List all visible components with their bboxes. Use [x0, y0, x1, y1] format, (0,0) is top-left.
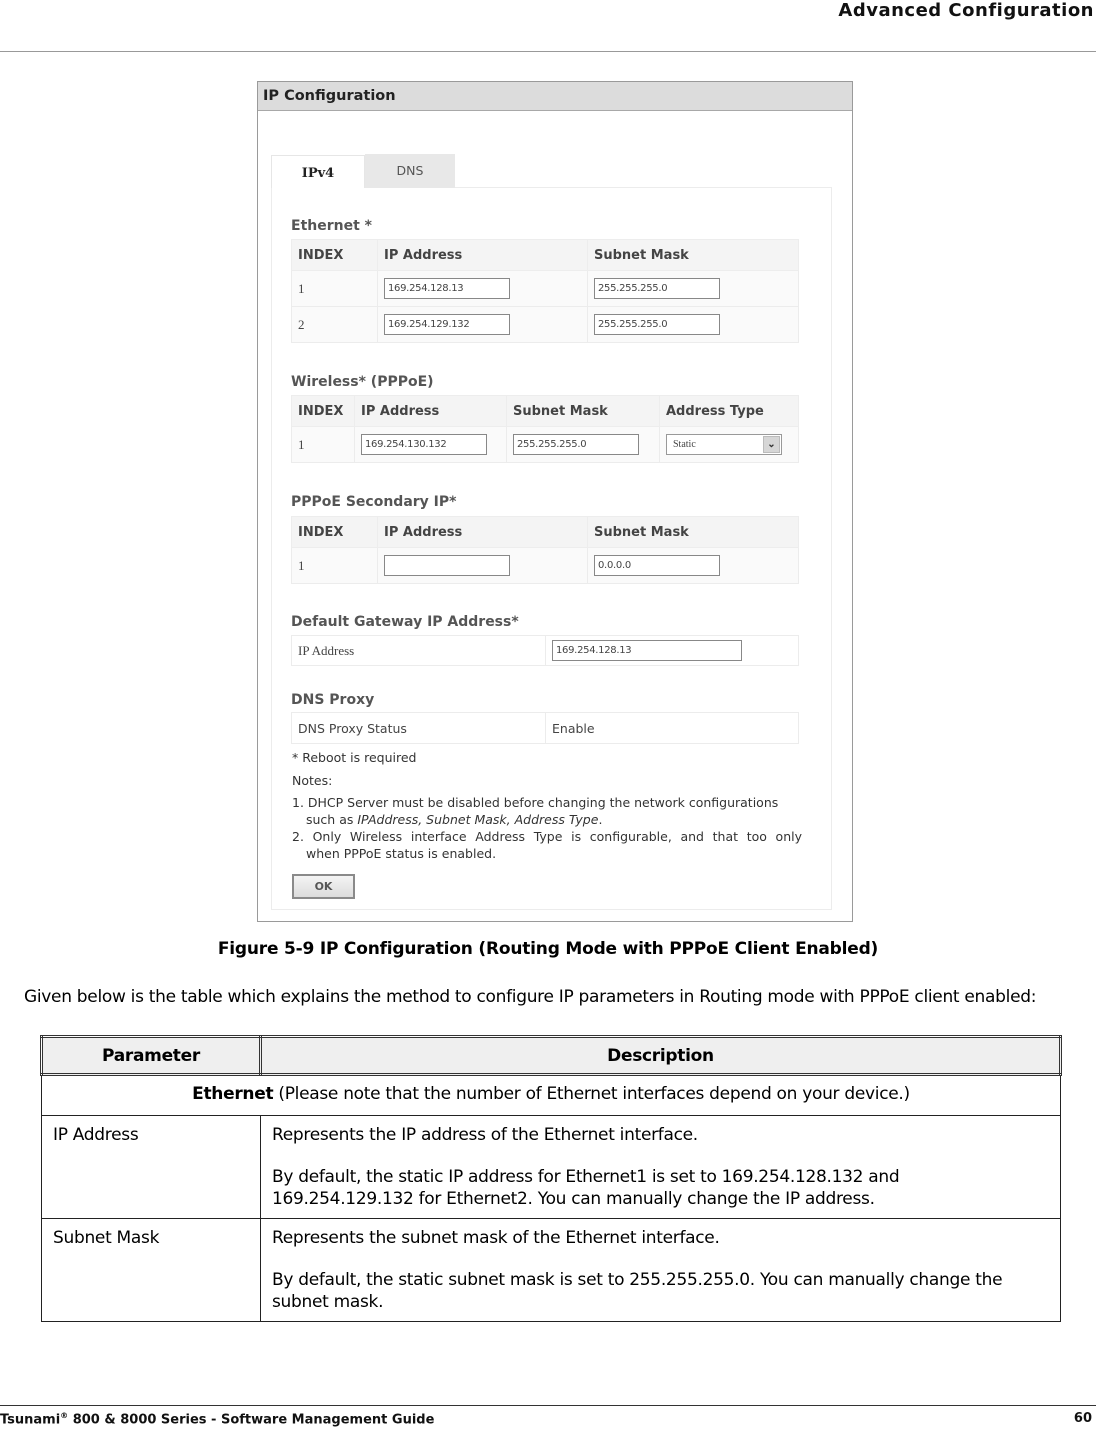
column-header-ip-address: IP Address	[377, 516, 588, 548]
note-1-line-1: 1. DHCP Server must be disabled before c…	[292, 795, 779, 810]
ok-button[interactable]: OK	[292, 874, 355, 899]
index-cell: 2	[291, 306, 378, 343]
description-line: By default, the static subnet mask is se…	[272, 1270, 1003, 1312]
intro-paragraph: Given below is the table which explains …	[24, 987, 1037, 1007]
table-row: 2 169.254.129.132 255.255.255.0	[291, 306, 799, 343]
ethernet-2-ip-input[interactable]: 169.254.129.132	[384, 314, 510, 335]
description-line: Represents the subnet mask of the Ethern…	[272, 1228, 720, 1248]
column-header-ip-address: IP Address	[377, 239, 588, 271]
address-type-select[interactable]: Static ⌄	[666, 434, 782, 455]
description-cell: Represents the IP address of the Etherne…	[260, 1115, 1061, 1219]
column-header-address-type: Address Type	[659, 395, 799, 427]
ethernet-1-subnet-input[interactable]: 255.255.255.0	[594, 278, 720, 299]
parameter-cell: Subnet Mask	[41, 1218, 261, 1322]
column-header-index: INDEX	[291, 239, 378, 271]
dns-proxy-status-label: DNS Proxy Status	[291, 712, 546, 744]
page-number: 60	[1073, 1411, 1092, 1426]
column-header-subnet-mask: Subnet Mask	[587, 239, 799, 271]
note-1-suffix: .	[598, 812, 603, 827]
group-row: Ethernet (Please note that the number of…	[41, 1074, 1061, 1116]
dns-proxy-status-value: Enable	[545, 712, 799, 744]
note-1-italic: IPAddress, Subnet Mask, Address Type	[357, 812, 599, 827]
note-2-line-2: when PPPoE status is enabled.	[306, 846, 497, 861]
description-line: By default, the static IP address for Et…	[272, 1167, 900, 1209]
default-gateway-table: IP Address 169.254.128.13	[291, 635, 799, 666]
tab-bar: IPv4 DNS	[271, 154, 455, 188]
wireless-section-title: Wireless* (PPPoE)	[291, 374, 434, 390]
footer-guide-title: Tsunami® 800 & 8000 Series - Software Ma…	[0, 1411, 434, 1427]
ethernet-1-ip-input[interactable]: 169.254.128.13	[384, 278, 510, 299]
table-row: IP Address 169.254.128.13	[291, 635, 799, 666]
note-1: 1. DHCP Server must be disabled before c…	[292, 794, 802, 828]
table-row: IP Address Represents the IP address of …	[41, 1115, 1061, 1219]
page-section-title: Advanced Configuration	[838, 0, 1094, 21]
index-cell: 1	[291, 426, 355, 463]
footer-product: Tsunami	[0, 1412, 61, 1428]
ethernet-group-cell: Ethernet (Please note that the number of…	[41, 1074, 1061, 1116]
dns-proxy-table: DNS Proxy Status Enable	[291, 712, 799, 744]
index-cell: 1	[291, 270, 378, 307]
pppoe-secondary-subnet-input[interactable]: 0.0.0.0	[594, 555, 720, 576]
footer-divider	[0, 1405, 1096, 1406]
figure-caption: Figure 5-9 IP Configuration (Routing Mod…	[217, 939, 879, 959]
pppoe-secondary-ip-input[interactable]	[384, 555, 510, 576]
note-1-line-2: such as IPAddress, Subnet Mask, Address …	[292, 811, 802, 828]
ethernet-section-title: Ethernet *	[291, 218, 372, 234]
address-type-value: Static	[673, 439, 696, 450]
description-line: Represents the IP address of the Etherne…	[272, 1125, 698, 1145]
table-row: DNS Proxy Status Enable	[291, 712, 799, 744]
reboot-required-note: * Reboot is required	[292, 750, 417, 765]
ethernet-2-subnet-input[interactable]: 255.255.255.0	[594, 314, 720, 335]
column-header-subnet-mask: Subnet Mask	[506, 395, 660, 427]
panel-title: IP Configuration	[258, 82, 852, 111]
table-row: 1 169.254.130.132 255.255.255.0 Static ⌄	[291, 426, 799, 463]
column-header-index: INDEX	[291, 395, 355, 427]
column-header-index: INDEX	[291, 516, 378, 548]
ip-configuration-screenshot: IP Configuration IPv4 DNS Ethernet * IND…	[257, 81, 853, 922]
default-gateway-label: IP Address	[291, 635, 546, 666]
column-header-parameter: Parameter	[40, 1035, 262, 1076]
column-header-subnet-mask: Subnet Mask	[587, 516, 799, 548]
notes-label: Notes:	[292, 773, 333, 788]
table-row: 1 0.0.0.0	[291, 547, 799, 584]
default-gateway-ip-input[interactable]: 169.254.128.13	[552, 640, 742, 661]
index-cell: 1	[291, 547, 378, 584]
column-header-description: Description	[259, 1035, 1062, 1076]
header-divider	[0, 51, 1096, 52]
wireless-subnet-input[interactable]: 255.255.255.0	[513, 434, 639, 455]
parameter-cell: IP Address	[41, 1115, 261, 1219]
note-2: 2. Only Wireless interface Address Type …	[292, 828, 802, 862]
footer-guide: 800 & 8000 Series - Software Management …	[68, 1412, 435, 1428]
dns-proxy-section-title: DNS Proxy	[291, 692, 375, 708]
group-note: (Please note that the number of Ethernet…	[273, 1084, 910, 1104]
description-cell: Represents the subnet mask of the Ethern…	[260, 1218, 1061, 1322]
pppoe-secondary-table: INDEX IP Address Subnet Mask 1 0.0.0.0	[291, 516, 799, 584]
wireless-ip-input[interactable]: 169.254.130.132	[361, 434, 487, 455]
column-header-ip-address: IP Address	[354, 395, 507, 427]
note-1-prefix: such as	[306, 812, 358, 827]
ethernet-table: INDEX IP Address Subnet Mask 1 169.254.1…	[291, 239, 799, 343]
parameter-description-table: Parameter Description Ethernet (Please n…	[40, 1035, 1062, 1322]
tab-ipv4[interactable]: IPv4	[271, 155, 365, 188]
table-row: 1 169.254.128.13 255.255.255.0	[291, 270, 799, 307]
default-gateway-section-title: Default Gateway IP Address*	[291, 614, 519, 630]
group-title: Ethernet	[192, 1084, 274, 1104]
wireless-table: INDEX IP Address Subnet Mask Address Typ…	[291, 395, 799, 463]
registered-mark: ®	[60, 1411, 69, 1420]
tab-dns[interactable]: DNS	[365, 154, 455, 188]
chevron-down-icon[interactable]: ⌄	[763, 436, 780, 453]
note-2-line-1: 2. Only Wireless interface Address Type …	[292, 829, 802, 844]
table-row: Subnet Mask Represents the subnet mask o…	[41, 1218, 1061, 1322]
pppoe-secondary-section-title: PPPoE Secondary IP*	[291, 494, 457, 510]
